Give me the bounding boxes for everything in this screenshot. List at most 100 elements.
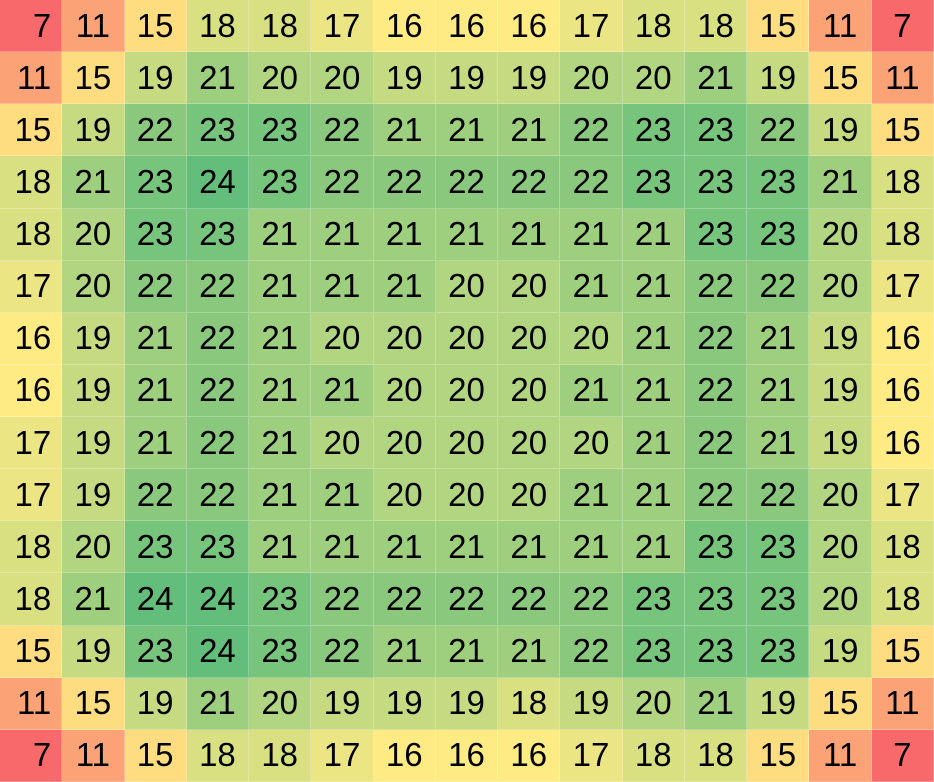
heatmap-cell: 21 [311, 208, 374, 261]
heatmap-cell: 20 [622, 677, 685, 730]
heatmap-cell: 20 [435, 260, 499, 313]
heatmap-cell: 15 [871, 625, 934, 678]
heatmap-cell: 21 [373, 104, 436, 157]
heatmap-cell: 20 [311, 52, 374, 105]
heatmap-cell: 20 [373, 417, 436, 470]
heatmap-cell: 22 [560, 573, 623, 626]
heatmap-cell: 22 [435, 573, 499, 626]
heatmap-cell: 22 [311, 625, 374, 678]
heatmap-cell: 23 [684, 156, 748, 209]
heatmap-cell: 21 [249, 364, 312, 418]
heatmap-cell: 20 [62, 208, 125, 261]
heatmap-cell: 23 [684, 208, 748, 261]
heatmap-cell: 22 [373, 573, 436, 626]
heatmap-cell: 22 [186, 260, 250, 313]
heatmap-cell: 21 [747, 364, 810, 418]
heatmap-cell: 21 [249, 312, 312, 365]
heatmap-cell: 20 [809, 208, 872, 261]
heatmap-cell: 16 [373, 0, 436, 53]
heatmap-cell: 19 [62, 364, 125, 418]
heatmap-cell: 21 [560, 260, 623, 313]
heatmap-cell: 20 [373, 469, 436, 522]
heatmap-cell: 23 [747, 573, 810, 626]
heatmap-cell: 20 [435, 312, 499, 365]
heatmap-cell: 22 [435, 156, 499, 209]
heatmap-cell: 23 [684, 521, 748, 574]
heatmap-cell: 7 [871, 0, 934, 53]
heatmap-cell: 18 [622, 729, 685, 782]
heatmap-cell: 19 [124, 52, 187, 105]
heatmap-cell: 20 [435, 417, 499, 470]
heatmap-cell: 16 [871, 417, 934, 470]
heatmap-cell: 18 [0, 156, 63, 209]
heatmap-cell: 23 [249, 625, 312, 678]
heatmap-cell: 19 [62, 417, 125, 470]
heatmap-cell: 22 [124, 260, 187, 313]
heatmap-cell: 23 [747, 208, 810, 261]
heatmap-cell: 21 [560, 208, 623, 261]
heatmap-cell: 21 [747, 417, 810, 470]
heatmap-cell: 23 [249, 104, 312, 157]
heatmap-cell: 21 [684, 52, 748, 105]
heatmap-cell: 22 [498, 156, 561, 209]
heatmap-cell: 21 [498, 104, 561, 157]
heatmap-cell: 23 [622, 573, 685, 626]
heatmap-cell: 18 [871, 208, 934, 261]
heatmap-cell: 23 [622, 104, 685, 157]
heatmap-cell: 21 [249, 469, 312, 522]
heatmap-cell: 23 [186, 521, 250, 574]
heatmap-cell: 20 [560, 312, 623, 365]
heatmap-cell: 18 [0, 208, 63, 261]
heatmap-cell: 20 [435, 469, 499, 522]
heatmap-cell: 21 [311, 260, 374, 313]
heatmap-grid: 7 11 15 18 18 17 16 16 16 17 18 18 15 11 7 11 15 19 21 20 20… [0, 0, 934, 782]
heatmap-cell: 20 [373, 312, 436, 365]
heatmap-cell: 23 [249, 156, 312, 209]
heatmap-cell: 21 [311, 521, 374, 574]
heatmap-cell: 15 [124, 729, 187, 782]
heatmap-cell: 16 [498, 0, 561, 53]
heatmap-cell: 18 [186, 0, 250, 53]
heatmap-cell: 19 [435, 677, 499, 730]
heatmap-cell: 16 [435, 0, 499, 53]
heatmap-cell: 17 [871, 260, 934, 313]
heatmap-cell: 17 [871, 469, 934, 522]
heatmap-cell: 20 [249, 52, 312, 105]
heatmap-cell: 21 [560, 469, 623, 522]
heatmap-cell: 21 [622, 521, 685, 574]
heatmap-cell: 20 [809, 469, 872, 522]
heatmap-cell: 23 [747, 625, 810, 678]
heatmap-cell: 20 [311, 417, 374, 470]
heatmap-cell: 18 [622, 0, 685, 53]
heatmap-cell: 21 [311, 469, 374, 522]
heatmap-cell: 22 [124, 104, 187, 157]
heatmap-cell: 22 [747, 260, 810, 313]
heatmap-cell: 22 [186, 312, 250, 365]
heatmap-cell: 21 [684, 677, 748, 730]
heatmap-cell: 11 [0, 52, 63, 105]
heatmap-cell: 24 [186, 625, 250, 678]
heatmap-cell: 22 [186, 469, 250, 522]
heatmap-cell: 20 [498, 364, 561, 418]
heatmap-cell: 22 [186, 364, 250, 418]
heatmap-cell: 17 [560, 0, 623, 53]
heatmap-cell: 23 [684, 573, 748, 626]
heatmap-cell: 20 [62, 521, 125, 574]
heatmap-cell: 21 [809, 156, 872, 209]
heatmap-cell: 15 [62, 52, 125, 105]
heatmap-cell: 20 [249, 677, 312, 730]
heatmap-cell: 20 [373, 364, 436, 418]
heatmap-cell: 18 [0, 521, 63, 574]
heatmap-cell: 11 [871, 677, 934, 730]
heatmap-cell: 19 [809, 364, 872, 418]
heatmap-cell: 17 [0, 417, 63, 470]
heatmap-cell: 11 [62, 0, 125, 53]
heatmap-cell: 20 [560, 52, 623, 105]
heatmap-cell: 11 [809, 729, 872, 782]
heatmap-cell: 21 [373, 260, 436, 313]
heatmap-cell: 23 [249, 573, 312, 626]
heatmap-cell: 21 [560, 521, 623, 574]
heatmap-cell: 21 [373, 521, 436, 574]
heatmap-cell: 23 [747, 156, 810, 209]
heatmap-cell: 21 [622, 469, 685, 522]
